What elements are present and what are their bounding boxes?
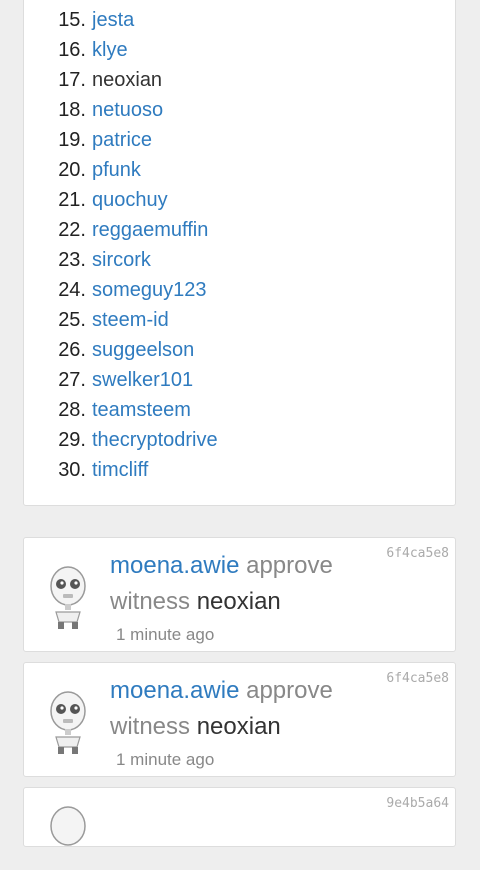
witness-rank: 15. [58,9,86,31]
witness-rank: 25. [58,309,86,331]
witness-list-item: 26. suggeelson [24,335,194,365]
witness-list-item: 21. quochuy [24,185,168,215]
witness-list-item: 22. reggaemuffin [24,215,208,245]
witness-link[interactable]: klye [92,35,128,65]
witness-link[interactable]: suggeelson [92,335,194,365]
witness-link[interactable]: patrice [92,125,152,155]
operation-object: witness [110,588,191,615]
witness-link[interactable]: steem-id [92,305,169,335]
witness-list-panel: 15. jesta 16. klye 17. neoxian 18. netuoso 19. pa… [23,0,456,506]
witness-rank: 16. [58,39,86,61]
witness-rank: 21. [58,189,86,211]
witness-name: neoxian [92,69,163,91]
witness-list-item: 24. someguy123 [24,275,207,305]
operation-hash[interactable]: 6f4ca5e8 [386,671,449,686]
operation-timestamp: 1 minute ago [116,625,215,644]
operation-user-link[interactable]: moena.awie [110,677,239,704]
witness-list-item: 30. timcliff [24,455,148,485]
witness-rank: 23. [58,249,86,271]
page: { "witness_list": { "items": [ {"num": "… [0,0,480,847]
witness-link[interactable]: thecryptodrive [92,425,218,455]
witness-list-item: 25. steem-id [24,305,169,335]
operation-hash[interactable]: 6f4ca5e8 [386,546,449,561]
witness-rank: 28. [58,399,86,421]
operation-object: witness [110,713,191,740]
witness-link[interactable]: jesta [92,5,134,35]
witness-link[interactable]: quochuy [92,185,168,215]
operation-target: neoxian [196,713,281,740]
witness-rank: 18. [58,99,86,121]
operation-card: 6f4ca5e8 moena.awie approve witness neox… [23,537,456,652]
witness-link[interactable]: reggaemuffin [92,215,208,245]
witness-list-item: 19. patrice [24,125,152,155]
witness-rank: 20. [58,159,86,181]
witness-link[interactable]: netuoso [92,95,163,125]
witness-list-item: 15. jesta [24,5,134,35]
operation-target: neoxian [196,588,281,615]
operation-hash[interactable]: 9e4b5a64 [386,796,449,811]
witness-rank: 26. [58,339,86,361]
witness-rank: 27. [58,369,86,391]
witness-list-item: 16. klye [24,35,128,65]
witness-list-item: 29. thecryptodrive [24,425,218,455]
witness-rank: 22. [58,219,86,241]
witness-link[interactable]: timcliff [92,455,148,485]
witness-link[interactable]: someguy123 [92,275,207,305]
operation-description: moena.awie approve witness neoxian [110,548,370,620]
witness-link[interactable]: sircork [92,245,151,275]
operation-action: approve [246,677,333,704]
witness-list-item: 23. sircork [24,245,151,275]
operation-action: approve [246,552,333,579]
operation-card: 6f4ca5e8 moena.awie approve witness neox… [23,662,456,777]
witness-link[interactable]: swelker101 [92,365,193,395]
witness-list-item: 27. swelker101 [24,365,193,395]
witness-rank: 19. [58,129,86,151]
witness-list-item: 17. neoxian [24,65,162,95]
witness-link[interactable]: teamsteem [92,395,191,425]
witness-rank: 17. [58,69,86,91]
operation-description: moena.awie approve witness neoxian [110,673,370,745]
robot-avatar-icon[interactable] [44,560,92,630]
robot-avatar-icon[interactable] [44,800,92,870]
operation-user-link[interactable]: moena.awie [110,552,239,579]
robot-avatar-icon[interactable] [44,685,92,755]
witness-rank: 30. [58,459,86,481]
witness-link[interactable]: pfunk [92,155,141,185]
operation-card: 9e4b5a64 [23,787,456,847]
witness-list-item: 28. teamsteem [24,395,191,425]
witness-list-item: 18. netuoso [24,95,163,125]
witness-rank: 29. [58,429,86,451]
operation-timestamp: 1 minute ago [116,750,215,769]
witness-rank: 24. [58,279,86,301]
witness-list-item: 20. pfunk [24,155,141,185]
